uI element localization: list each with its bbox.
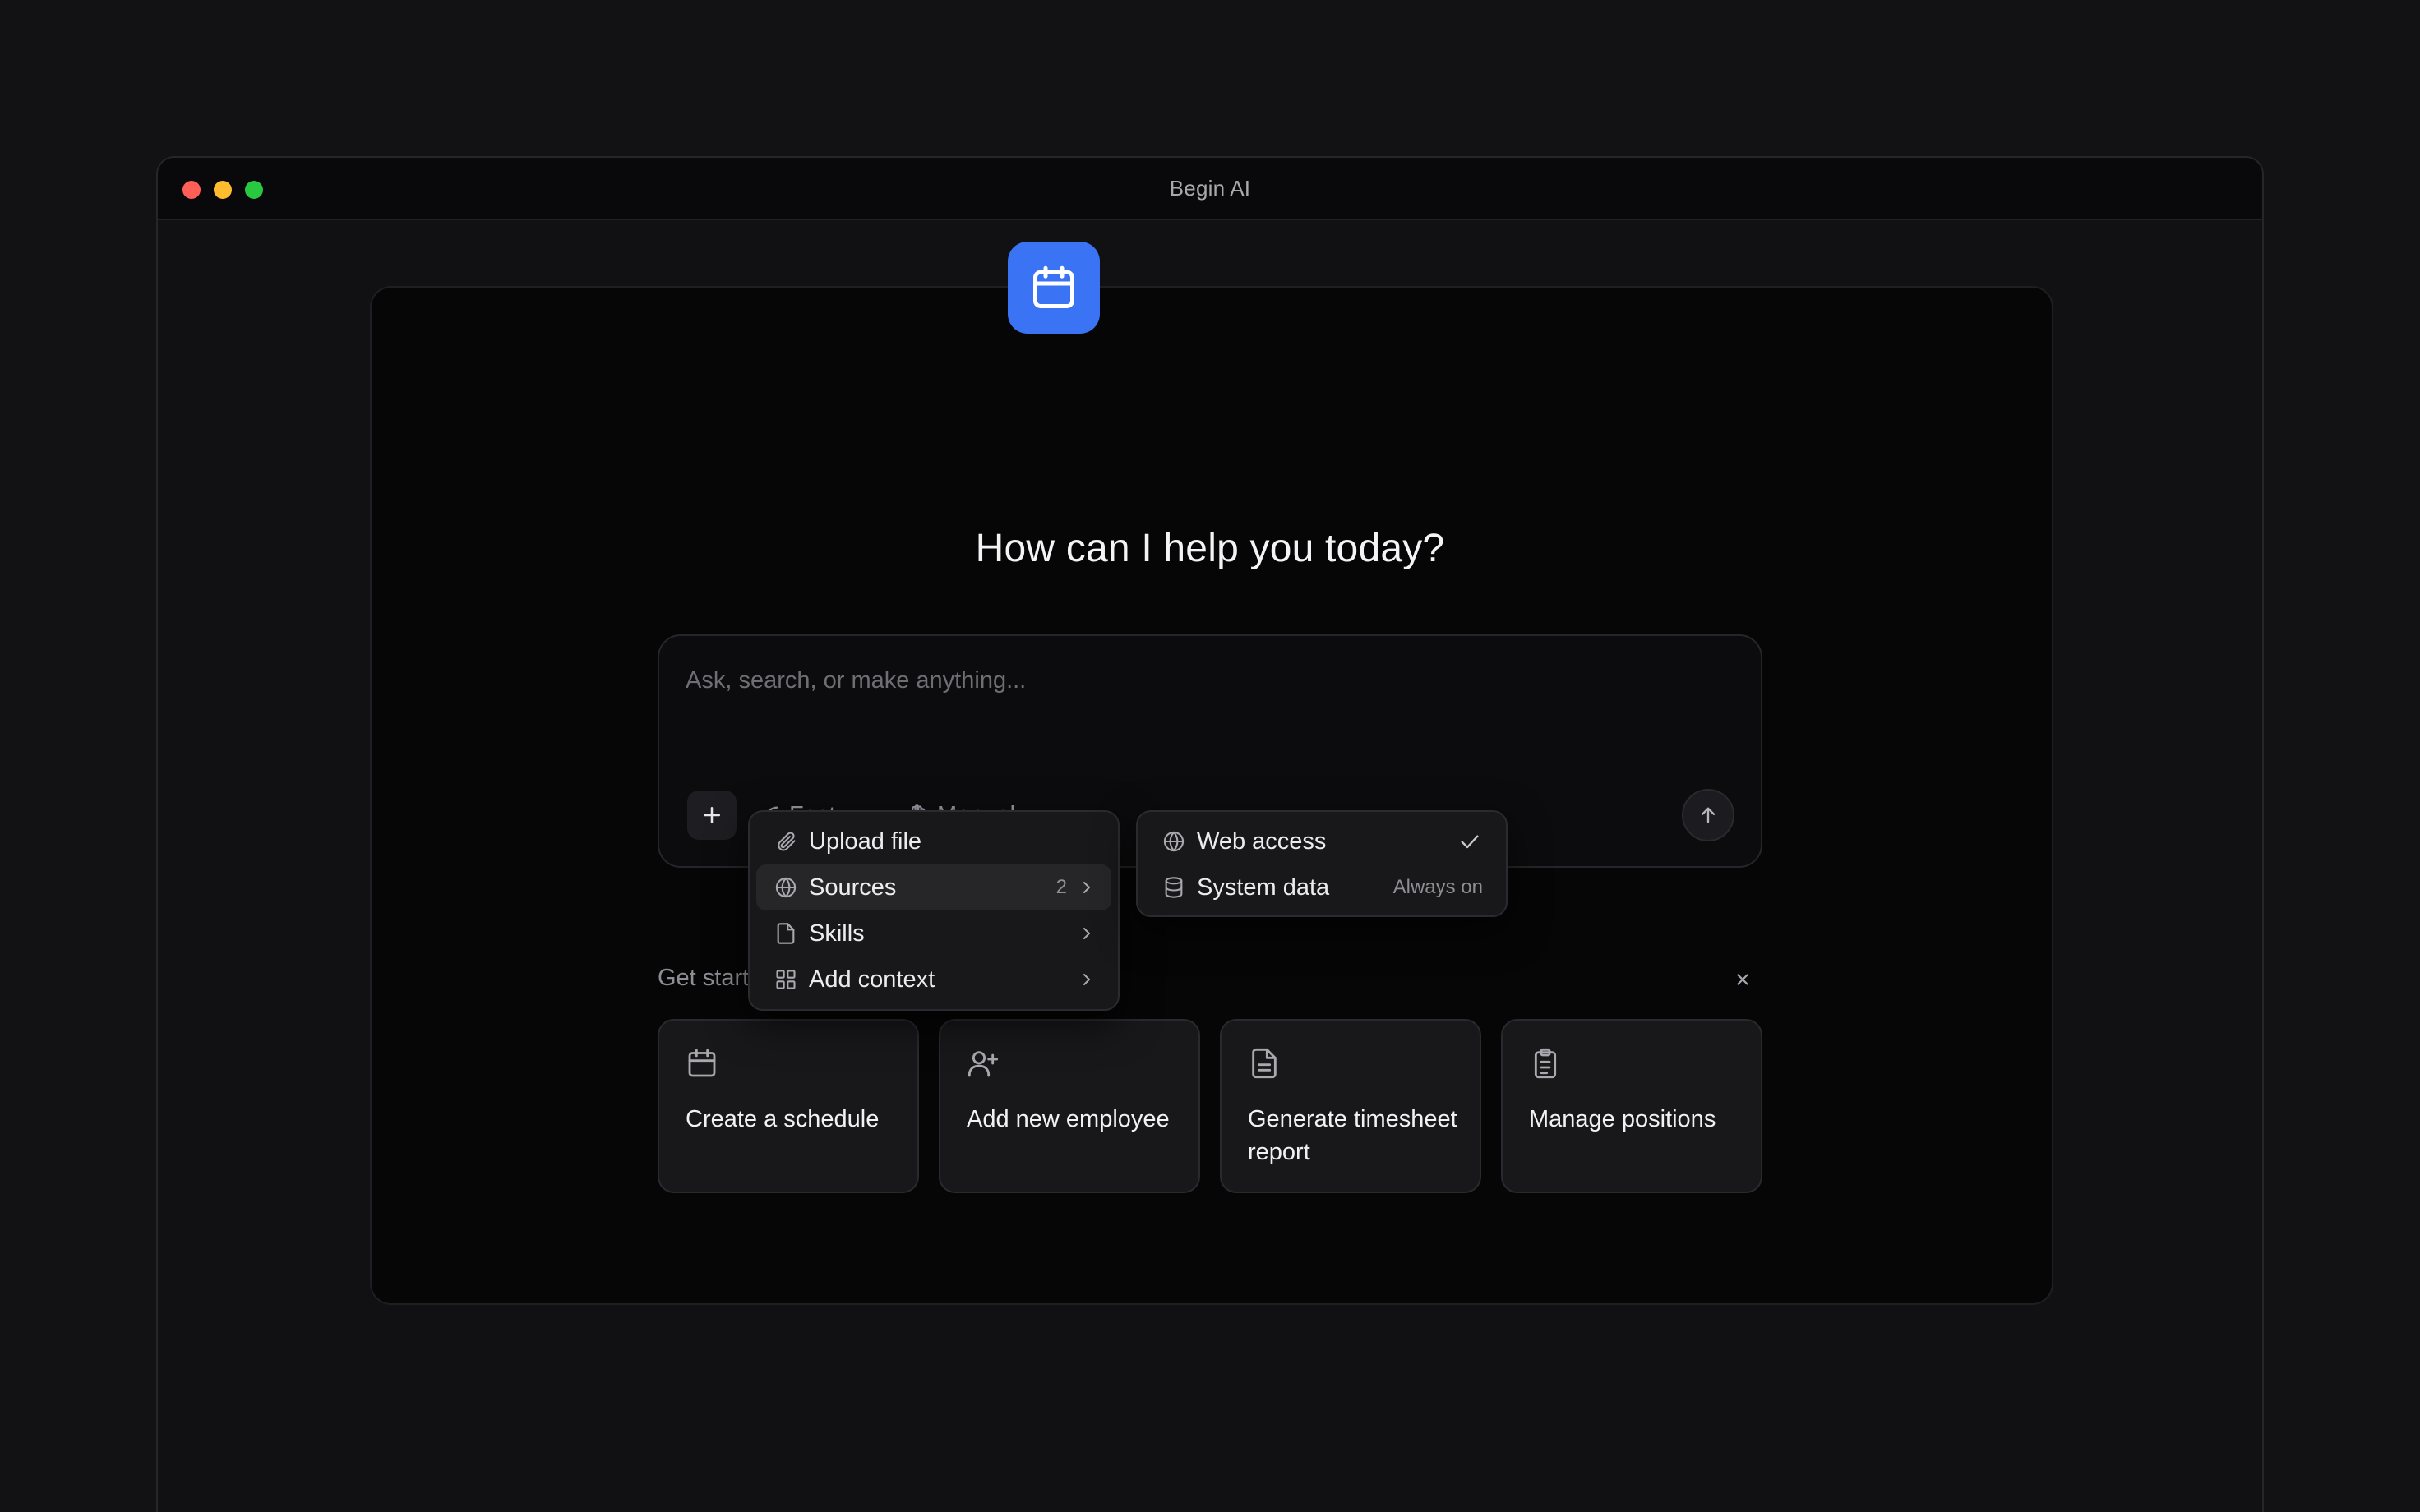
clipboard-list-icon (1534, 1048, 1557, 1079)
source-item-label: Web access (1197, 827, 1327, 855)
send-button[interactable] (1682, 789, 1734, 841)
window-controls (182, 181, 263, 199)
suggestion-card-add-employee[interactable]: Add new employee (939, 1019, 1200, 1193)
globe-icon (1163, 831, 1185, 852)
menu-item-skills[interactable]: Skills (756, 910, 1111, 957)
close-window-button[interactable] (182, 181, 201, 199)
page-title: How can I help you today? (975, 527, 1445, 570)
file-text-icon (1252, 1048, 1277, 1079)
menu-item-upload-file[interactable]: Upload file (756, 818, 1111, 864)
check-icon (1461, 835, 1479, 849)
menu-item-label: Upload file (809, 827, 922, 855)
paperclip-icon (778, 832, 796, 851)
get-started-label: Get start (658, 965, 750, 991)
database-icon (1165, 877, 1183, 898)
dismiss-suggestions-button[interactable] (1730, 966, 1756, 993)
card-label: Create a schedule (686, 1106, 880, 1132)
always-on-note: Always on (1392, 876, 1483, 898)
arrow-up-icon (1701, 807, 1716, 823)
chevron-right-icon (1083, 882, 1090, 893)
sources-submenu: Web access System data Always on (1136, 810, 1508, 917)
globe-icon (775, 877, 797, 898)
user-plus-icon (968, 1051, 999, 1077)
card-label: Add new employee (967, 1106, 1170, 1132)
chevron-right-icon (1083, 928, 1090, 939)
window-title: Begin AI (1169, 175, 1251, 201)
prompt-input[interactable] (686, 664, 1672, 697)
attachment-menu: Upload file Sources 2 Skills Add context (748, 810, 1120, 1011)
minimize-window-button[interactable] (214, 181, 232, 199)
menu-item-sources[interactable]: Sources 2 (756, 864, 1111, 910)
suggestion-card-manage-positions[interactable]: Manage positions (1501, 1019, 1762, 1193)
suggestion-card-create-schedule[interactable]: Create a schedule (658, 1019, 919, 1193)
plus-icon (704, 807, 720, 823)
file-icon (777, 923, 795, 944)
source-item-web-access[interactable]: Web access (1144, 818, 1499, 864)
menu-item-add-context[interactable]: Add context (756, 957, 1111, 1003)
add-attachment-button[interactable] (687, 791, 737, 840)
calendar-icon (688, 1049, 716, 1077)
chevron-right-icon (1083, 974, 1090, 985)
title-bar: Begin AI (158, 158, 2262, 220)
menu-item-label: Sources (809, 874, 897, 901)
close-icon (1737, 974, 1748, 985)
menu-item-label: Add context (809, 966, 935, 993)
card-label: Generate timesheet report (1248, 1106, 1457, 1165)
source-item-label: System data (1197, 874, 1330, 901)
card-label: Manage positions (1529, 1106, 1716, 1132)
menu-item-label: Skills (809, 920, 865, 947)
calendar-icon (1033, 265, 1074, 308)
grid-icon (776, 970, 796, 989)
app-logo (1008, 242, 1100, 334)
source-item-system-data: System data Always on (1144, 864, 1499, 910)
sources-count-badge: 2 (1055, 876, 1067, 898)
maximize-window-button[interactable] (245, 181, 263, 199)
suggestion-card-timesheet-report[interactable]: Generate timesheet report (1220, 1019, 1481, 1193)
